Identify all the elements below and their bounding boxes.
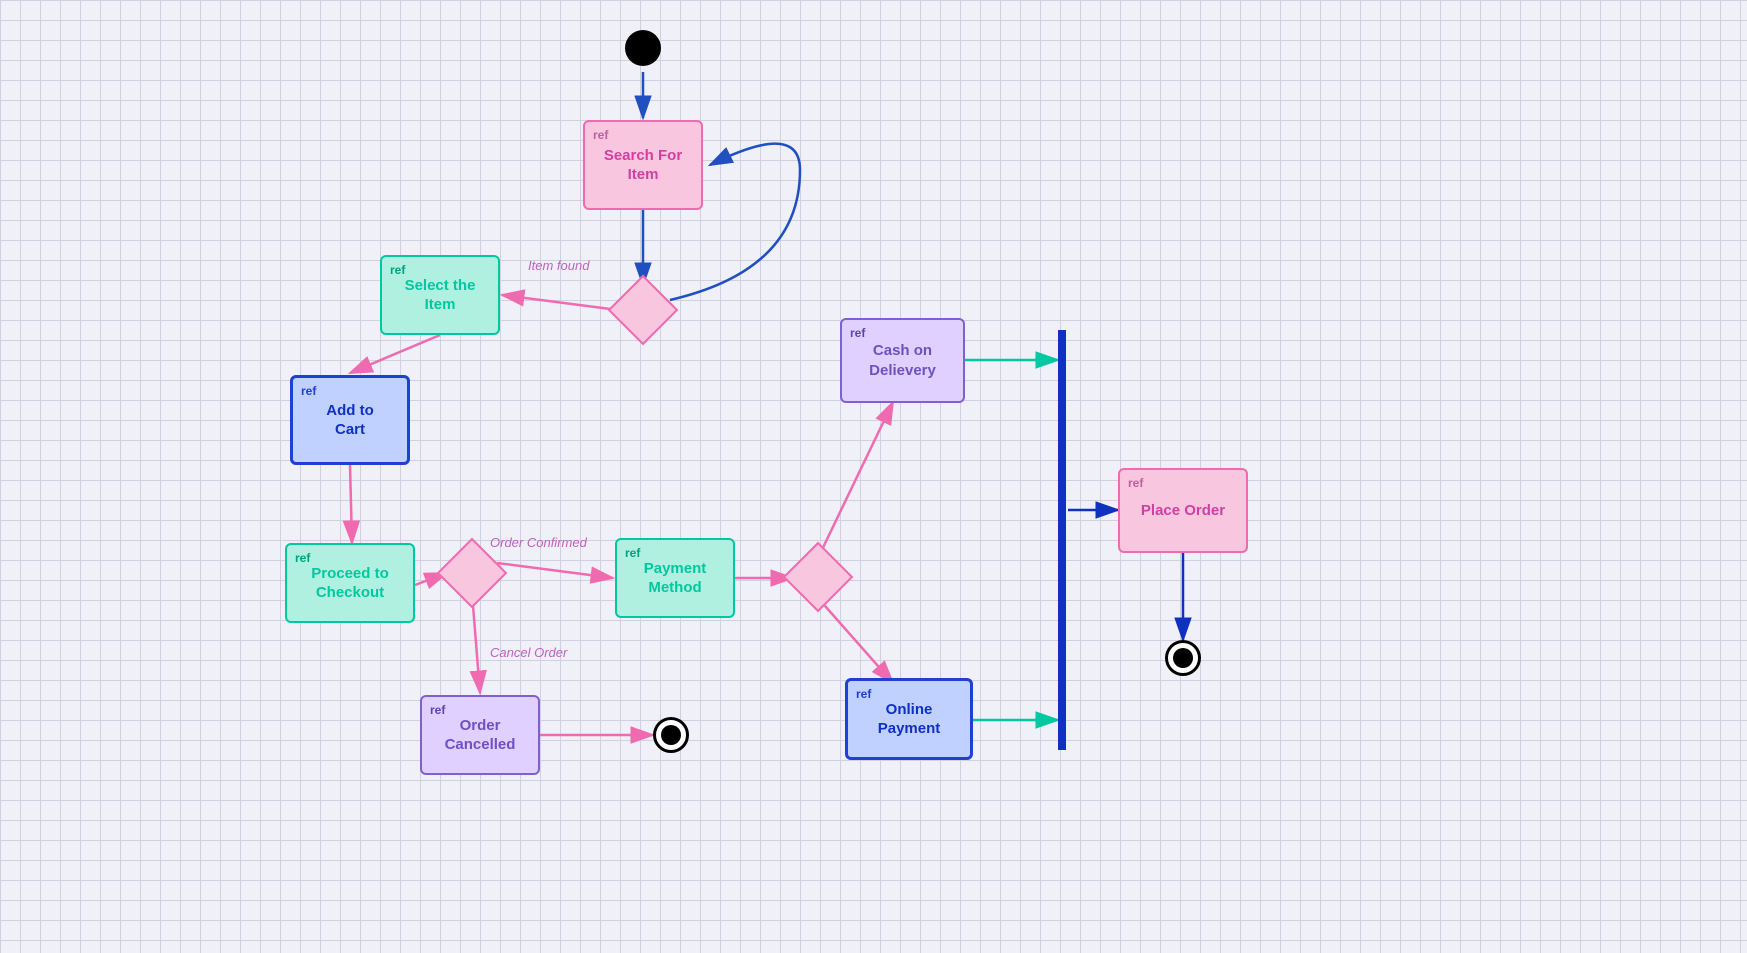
select-item-node[interactable]: ref Select theItem <box>380 255 500 335</box>
order-cancelled-ref: ref <box>430 703 445 717</box>
arrows-svg <box>0 0 1747 953</box>
proceed-checkout-ref: ref <box>295 551 310 565</box>
diagram-canvas: ref Search ForItem Item found ref Select… <box>0 0 1747 953</box>
payment-decision-diamond <box>783 542 854 613</box>
proceed-checkout-node[interactable]: ref Proceed toCheckout <box>285 543 415 623</box>
add-to-cart-ref: ref <box>301 384 316 398</box>
final-state-cancelled-inner <box>661 725 681 745</box>
item-found-label: Item found <box>528 258 589 273</box>
order-cancelled-node[interactable]: ref OrderCancelled <box>420 695 540 775</box>
payment-method-title: PaymentMethod <box>644 559 707 598</box>
order-confirmed-label: Order Confirmed <box>490 535 587 550</box>
add-to-cart-node[interactable]: ref Add toCart <box>290 375 410 465</box>
cash-delivery-ref: ref <box>850 326 865 340</box>
search-for-item-node[interactable]: ref Search ForItem <box>583 120 703 210</box>
cancel-order-label: Cancel Order <box>490 645 567 660</box>
select-item-title: Select theItem <box>405 276 476 315</box>
select-item-ref: ref <box>390 263 405 277</box>
place-order-node[interactable]: ref Place Order <box>1118 468 1248 553</box>
item-found-diamond <box>608 275 679 346</box>
online-payment-ref: ref <box>856 687 871 701</box>
payment-method-node[interactable]: ref PaymentMethod <box>615 538 735 618</box>
online-payment-node[interactable]: ref OnlinePayment <box>845 678 973 760</box>
place-order-title: Place Order <box>1141 501 1225 521</box>
sync-bar <box>1058 330 1066 750</box>
proceed-checkout-title: Proceed toCheckout <box>311 564 389 603</box>
search-for-item-ref: ref <box>593 128 608 142</box>
final-state-main-inner <box>1173 648 1193 668</box>
final-state-main <box>1165 640 1201 676</box>
cash-on-delivery-node[interactable]: ref Cash onDelievery <box>840 318 965 403</box>
order-cancelled-title: OrderCancelled <box>445 716 516 755</box>
online-payment-title: OnlinePayment <box>878 700 941 739</box>
cash-delivery-title: Cash onDelievery <box>869 341 936 380</box>
add-to-cart-title: Add toCart <box>326 401 373 440</box>
initial-state <box>625 30 661 66</box>
final-state-cancelled <box>653 717 689 753</box>
place-order-ref: ref <box>1128 476 1143 490</box>
search-for-item-title: Search ForItem <box>604 146 682 185</box>
payment-method-ref: ref <box>625 546 640 560</box>
